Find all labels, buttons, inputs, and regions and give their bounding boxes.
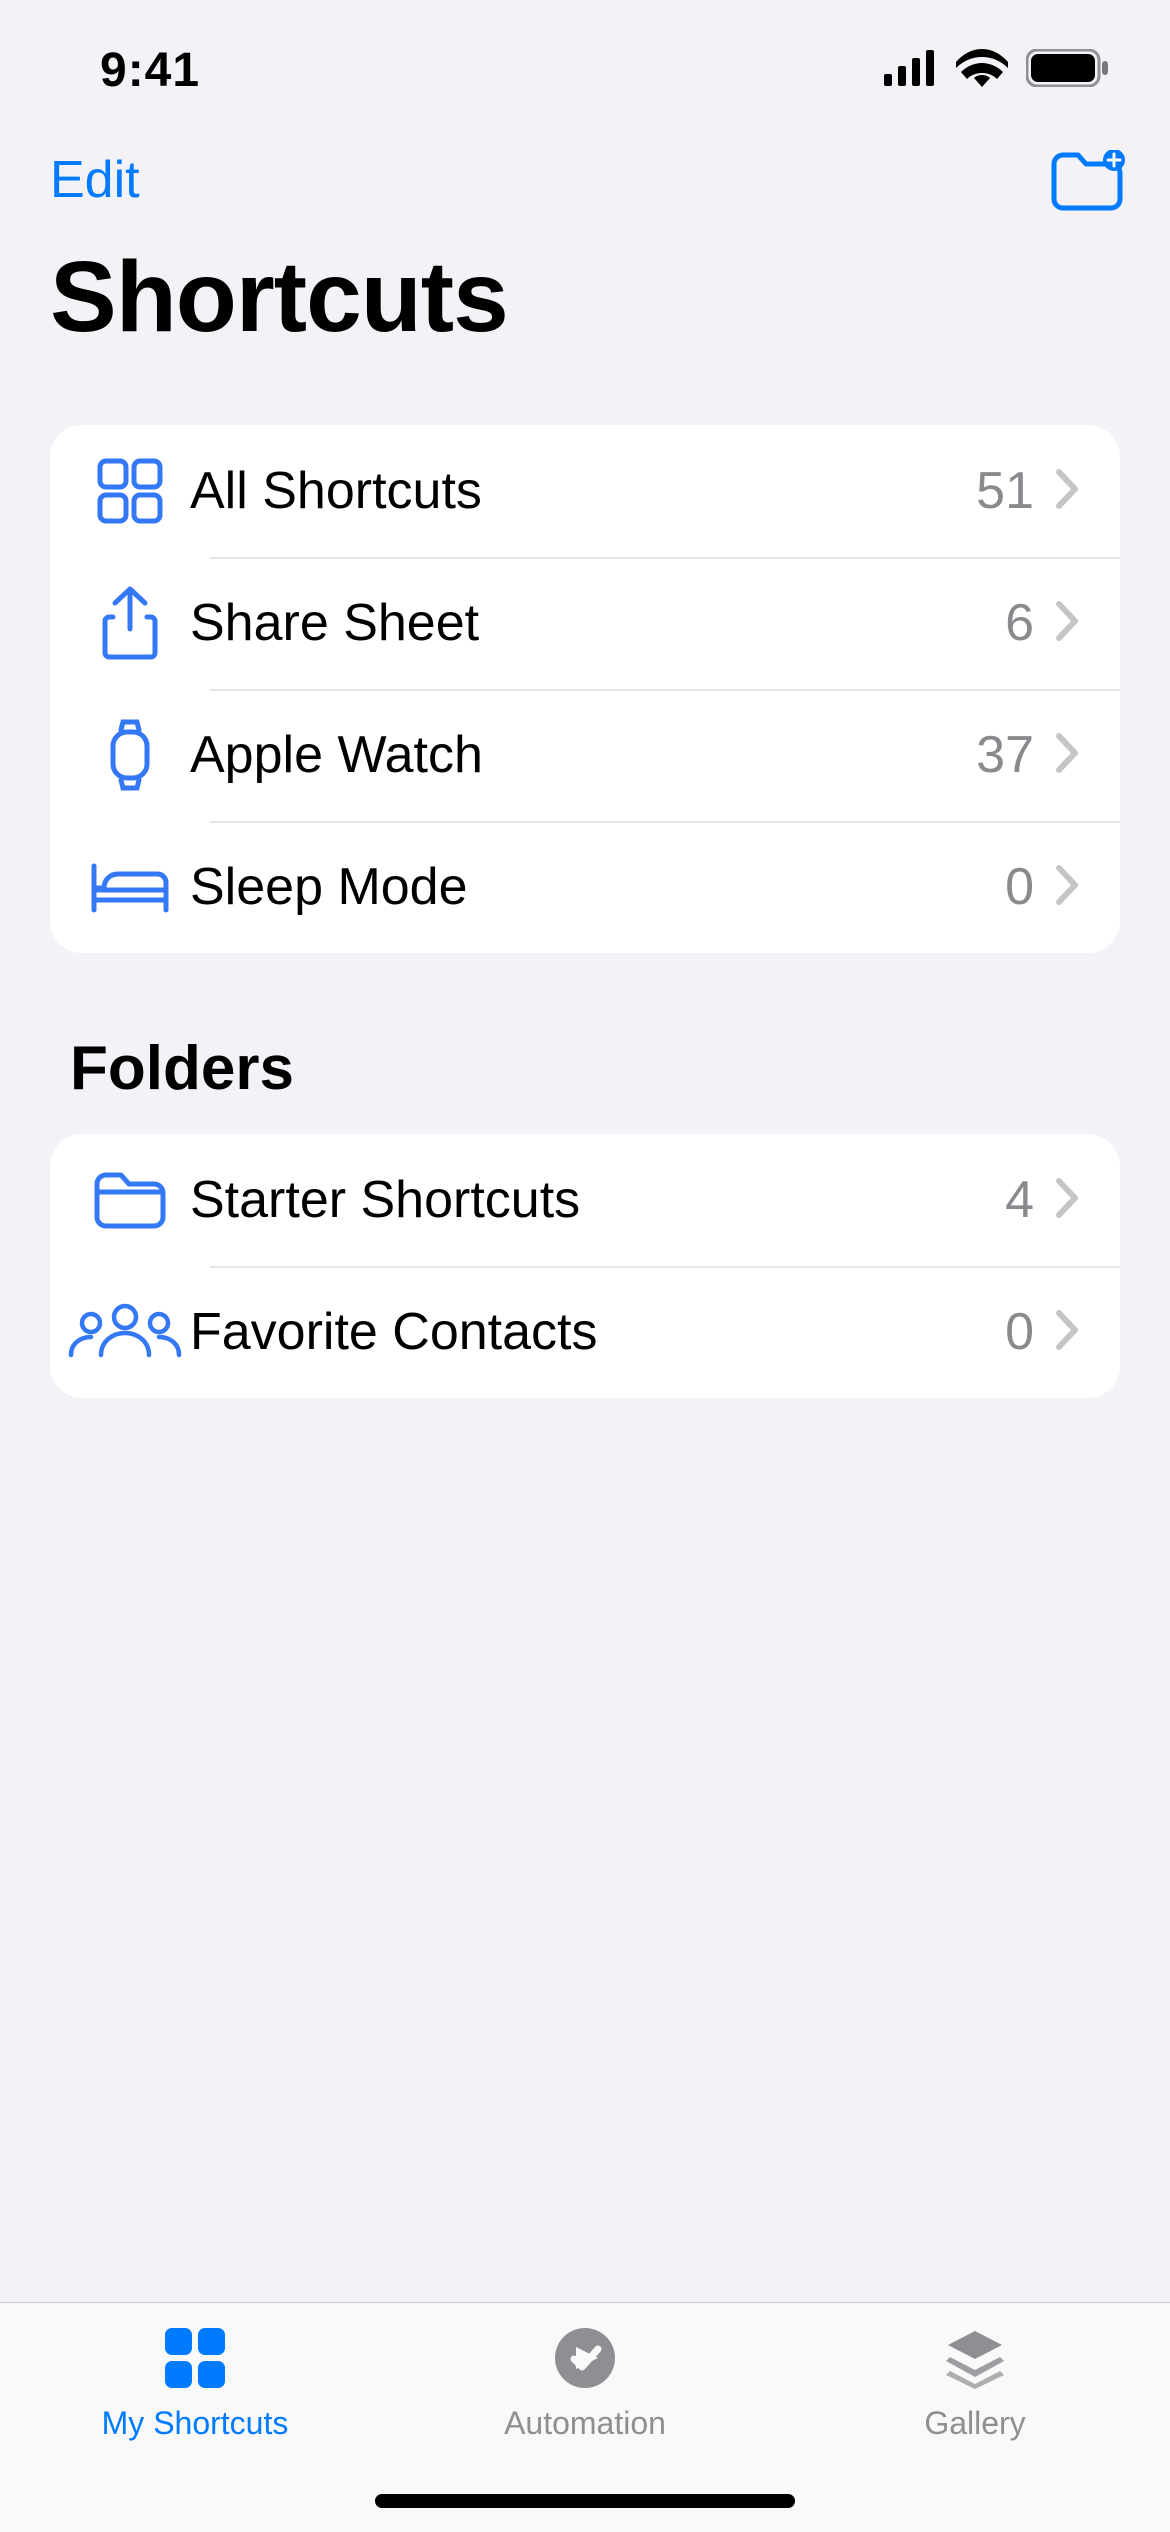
folders-list: Starter Shortcuts 4 Favorite Contacts 0	[50, 1134, 1120, 1398]
bed-icon	[70, 860, 190, 914]
row-label: Sleep Mode	[190, 857, 1005, 917]
chevron-right-icon	[1054, 600, 1080, 647]
status-indicators	[884, 49, 1110, 92]
folder-plus-icon	[1050, 150, 1126, 212]
chevron-right-icon	[1054, 732, 1080, 779]
tab-automation[interactable]: Automation	[392, 2323, 778, 2442]
row-share-sheet[interactable]: Share Sheet 6	[50, 557, 1120, 689]
folders-header: Folders	[50, 953, 1120, 1104]
row-count: 6	[1005, 593, 1034, 653]
content-area: All Shortcuts 51 Share Sheet 6 Apple Wat…	[0, 395, 1170, 2302]
people-icon	[60, 1303, 190, 1361]
row-label: Favorite Contacts	[190, 1302, 1005, 1362]
automation-icon	[552, 2323, 618, 2393]
tab-label: My Shortcuts	[102, 2405, 289, 2442]
row-count: 0	[1005, 857, 1034, 917]
status-time: 9:41	[100, 43, 200, 98]
row-count: 37	[976, 725, 1034, 785]
tab-my-shortcuts[interactable]: My Shortcuts	[2, 2323, 388, 2442]
edit-button[interactable]: Edit	[50, 150, 140, 210]
grid-filled-icon	[159, 2323, 231, 2393]
tab-label: Automation	[504, 2405, 666, 2442]
battery-icon	[1026, 49, 1110, 92]
row-favorite-contacts[interactable]: Favorite Contacts 0	[50, 1266, 1120, 1398]
status-bar: 9:41	[0, 0, 1170, 140]
wifi-icon	[956, 49, 1008, 92]
add-folder-button[interactable]	[1050, 150, 1120, 210]
share-icon	[70, 585, 190, 661]
row-all-shortcuts[interactable]: All Shortcuts 51	[50, 425, 1120, 557]
row-count: 4	[1005, 1170, 1034, 1230]
tab-gallery[interactable]: Gallery	[782, 2323, 1168, 2442]
row-label: Apple Watch	[190, 725, 976, 785]
tab-label: Gallery	[924, 2405, 1025, 2442]
nav-bar: Edit	[0, 140, 1170, 210]
chevron-right-icon	[1054, 1177, 1080, 1224]
row-sleep-mode[interactable]: Sleep Mode 0	[50, 821, 1120, 953]
row-label: Share Sheet	[190, 593, 1005, 653]
row-apple-watch[interactable]: Apple Watch 37	[50, 689, 1120, 821]
cellular-icon	[884, 50, 938, 91]
gallery-icon	[940, 2323, 1010, 2393]
page-title: Shortcuts	[0, 210, 1170, 395]
folder-icon	[70, 1170, 190, 1230]
chevron-right-icon	[1054, 1309, 1080, 1356]
home-indicator[interactable]	[375, 2494, 795, 2508]
row-starter-shortcuts[interactable]: Starter Shortcuts 4	[50, 1134, 1120, 1266]
row-label: Starter Shortcuts	[190, 1170, 1005, 1230]
row-count: 0	[1005, 1302, 1034, 1362]
watch-icon	[70, 718, 190, 792]
chevron-right-icon	[1054, 468, 1080, 515]
categories-list: All Shortcuts 51 Share Sheet 6 Apple Wat…	[50, 425, 1120, 953]
chevron-right-icon	[1054, 864, 1080, 911]
row-label: All Shortcuts	[190, 461, 976, 521]
row-count: 51	[976, 461, 1034, 521]
grid-icon	[70, 455, 190, 527]
